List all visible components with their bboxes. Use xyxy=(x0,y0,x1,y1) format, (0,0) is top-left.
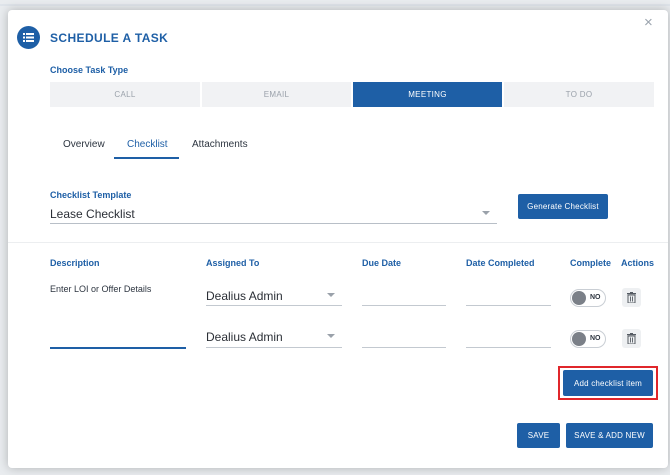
row1-due-date-input[interactable] xyxy=(362,305,446,306)
tab-overview[interactable]: Overview xyxy=(63,139,105,150)
template-underline xyxy=(50,223,497,224)
task-type-label: Choose Task Type xyxy=(50,65,129,75)
task-type-call[interactable]: CALL xyxy=(50,82,200,107)
dialog-title: SCHEDULE A TASK xyxy=(50,31,169,45)
toggle-label: NO xyxy=(590,294,601,301)
row2-date-completed-input[interactable] xyxy=(466,347,551,348)
checklist-template-label: Checklist Template xyxy=(50,190,132,200)
chevron-down-icon[interactable] xyxy=(327,334,335,338)
row1-date-completed-input[interactable] xyxy=(466,305,551,306)
row1-description: Enter LOI or Offer Details xyxy=(50,284,152,294)
row1-complete-toggle[interactable]: NO xyxy=(570,289,606,307)
chevron-down-icon[interactable] xyxy=(482,211,490,215)
chevron-down-icon[interactable] xyxy=(327,293,335,297)
task-type-email[interactable]: EMAIL xyxy=(202,82,351,107)
schedule-task-modal: × SCHEDULE A TASK Choose Task Type CALL … xyxy=(0,0,670,475)
header-complete: Complete xyxy=(570,258,612,268)
row2-due-date-input[interactable] xyxy=(362,347,446,348)
row2-assigned-select[interactable]: Dealius Admin xyxy=(206,330,283,344)
save-button[interactable]: SAVE xyxy=(517,423,560,448)
header-description: Description xyxy=(50,258,100,268)
row1-assigned-select[interactable]: Dealius Admin xyxy=(206,289,283,303)
section-divider xyxy=(8,242,668,243)
tab-checklist[interactable]: Checklist xyxy=(127,139,168,150)
header-date-completed: Date Completed xyxy=(466,258,535,268)
header-due-date: Due Date xyxy=(362,258,402,268)
save-and-add-new-button[interactable]: SAVE & ADD NEW xyxy=(566,423,653,448)
list-icon xyxy=(17,26,40,49)
close-icon[interactable]: × xyxy=(644,15,653,31)
toggle-knob xyxy=(572,291,586,305)
row2-assigned-underline xyxy=(206,347,342,348)
row2-description-input[interactable] xyxy=(50,347,186,349)
task-type-meeting[interactable]: MEETING xyxy=(353,82,502,107)
header-actions: Actions xyxy=(621,258,655,268)
tab-attachments[interactable]: Attachments xyxy=(192,139,248,150)
checklist-template-select[interactable]: Lease Checklist xyxy=(50,207,135,221)
row2-complete-toggle[interactable]: NO xyxy=(570,330,606,348)
toggle-knob xyxy=(572,332,586,346)
row1-assigned-underline xyxy=(206,305,342,306)
trash-icon[interactable] xyxy=(622,329,641,348)
header-assigned-to: Assigned To xyxy=(206,258,260,268)
trash-icon[interactable] xyxy=(622,288,641,307)
active-tab-indicator xyxy=(114,157,179,159)
task-type-todo[interactable]: TO DO xyxy=(504,82,654,107)
toggle-label: NO xyxy=(590,335,601,342)
generate-checklist-button[interactable]: Generate Checklist xyxy=(518,194,608,219)
highlight-box xyxy=(558,366,658,400)
